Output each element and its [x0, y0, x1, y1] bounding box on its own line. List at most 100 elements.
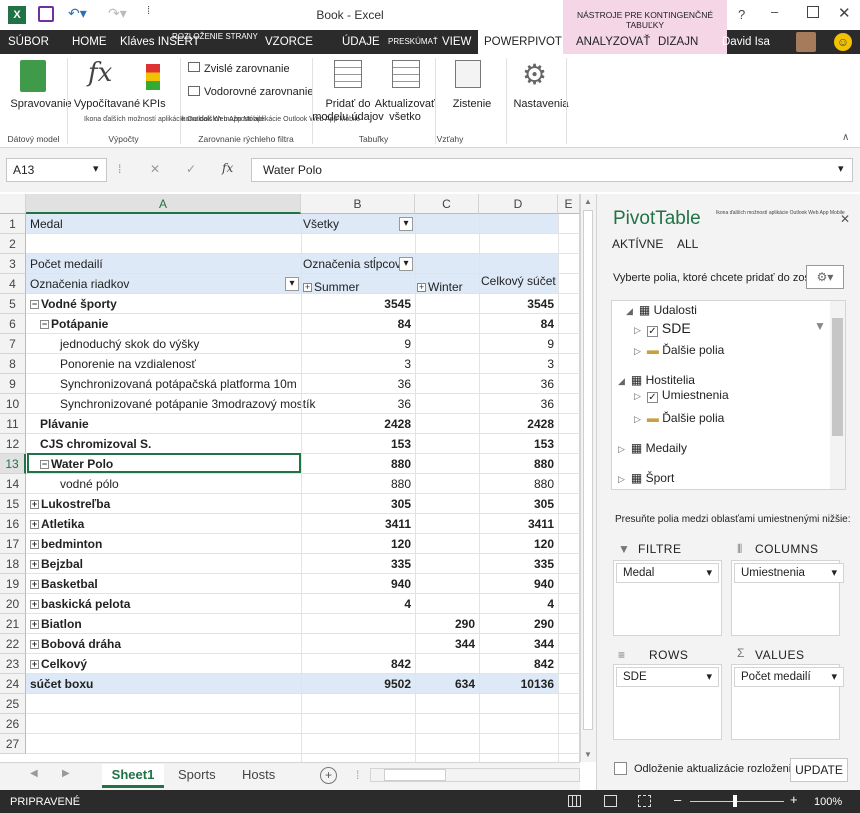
- cell-b20[interactable]: 4: [301, 594, 415, 614]
- user-name[interactable]: David Isa: [722, 30, 770, 54]
- table-events[interactable]: ◢ ▦ Udalosti: [626, 303, 697, 317]
- update-all-button[interactable]: Aktualizovať všetko: [370, 98, 440, 124]
- cell-d7[interactable]: 9: [479, 334, 558, 354]
- cell-d14[interactable]: 880: [479, 474, 558, 494]
- cell-a25[interactable]: [26, 694, 301, 714]
- expand-icon[interactable]: +: [30, 500, 39, 509]
- cell-d15[interactable]: 305: [479, 494, 558, 514]
- cell-a21[interactable]: + Biatlon: [26, 614, 301, 634]
- zoom-slider[interactable]: [690, 801, 784, 802]
- zoom-out-icon[interactable]: –: [674, 792, 681, 807]
- cell-c20[interactable]: [415, 594, 479, 614]
- cell-b10[interactable]: 36: [301, 394, 415, 414]
- cell-c1[interactable]: [415, 214, 479, 234]
- cell-d24[interactable]: 10136: [479, 674, 558, 694]
- cell-d1[interactable]: [479, 214, 558, 234]
- cell-c5[interactable]: [415, 294, 479, 314]
- cell-a14[interactable]: vodné pólo: [26, 474, 301, 494]
- formula-expand-icon[interactable]: ▾: [838, 162, 844, 175]
- defer-update-checkbox[interactable]: [614, 762, 627, 775]
- cell-c21[interactable]: 290: [415, 614, 479, 634]
- cell-c18[interactable]: [415, 554, 479, 574]
- cell-a5[interactable]: − Vodné športy: [26, 294, 301, 314]
- field-list-thumb[interactable]: [832, 318, 843, 436]
- vertical-scroll-thumb[interactable]: [583, 210, 593, 730]
- table-medals[interactable]: ▷ ▦ Medaily: [618, 441, 687, 455]
- row-header[interactable]: 10: [0, 394, 26, 414]
- cell-d13[interactable]: 880: [479, 454, 558, 474]
- cell-a17[interactable]: + bedminton: [26, 534, 301, 554]
- cell-d17[interactable]: 120: [479, 534, 558, 554]
- cell-b26[interactable]: [301, 714, 415, 734]
- expand-icon[interactable]: +: [30, 640, 39, 649]
- sheet-tab-hosts[interactable]: Hosts: [242, 764, 275, 788]
- cell-a3[interactable]: Počet medailí: [26, 254, 301, 274]
- row-header[interactable]: 21: [0, 614, 26, 634]
- cell-d18[interactable]: 335: [479, 554, 558, 574]
- cell-a26[interactable]: [26, 714, 301, 734]
- namebox-dropdown-icon[interactable]: ▾: [93, 162, 99, 175]
- cell-b14[interactable]: 880: [301, 474, 415, 494]
- tab-file[interactable]: SÚBOR: [8, 30, 49, 54]
- field-sde[interactable]: ▷ ✓ SDE: [634, 320, 691, 337]
- cell-c15[interactable]: [415, 494, 479, 514]
- row-header[interactable]: 8: [0, 354, 26, 374]
- formula-cancel-icon[interactable]: ✕: [150, 162, 160, 176]
- cell-b19[interactable]: 940: [301, 574, 415, 594]
- cell-c22[interactable]: 344: [415, 634, 479, 654]
- cell-b12[interactable]: 153: [301, 434, 415, 454]
- tab-page-layout[interactable]: ROZLOŽENIE STRANY: [172, 28, 258, 52]
- cell-a10[interactable]: Synchronizované potápanie 3modrazový mos…: [26, 394, 315, 414]
- cell-a18[interactable]: + Bejzbal: [26, 554, 301, 574]
- tab-design[interactable]: DIZAJN: [650, 30, 727, 54]
- field-placement[interactable]: ▷ ✓ Umiestnenia: [634, 388, 729, 403]
- calculated-fields-button[interactable]: Vypočítavané: [72, 98, 142, 111]
- minimize-button[interactable]: –: [771, 4, 778, 19]
- more-fields-1[interactable]: ▷ ▬ Ďalšie polia: [634, 343, 724, 357]
- pane-close-icon[interactable]: ✕: [840, 212, 850, 226]
- row-header[interactable]: 1: [0, 214, 26, 234]
- zoom-thumb[interactable]: [733, 795, 737, 807]
- cell-b13[interactable]: 880: [301, 454, 415, 474]
- cell-a7[interactable]: jednoduchý skok do výšky: [26, 334, 301, 354]
- expand-icon[interactable]: +: [30, 660, 39, 669]
- value-medal-count-dropdown[interactable]: Počet medailí: [734, 667, 844, 687]
- sheet-tab-sports[interactable]: Sports: [178, 764, 216, 788]
- cell-c26[interactable]: [415, 714, 479, 734]
- scroll-down-icon[interactable]: ▼: [584, 750, 592, 759]
- formula-input[interactable]: Water Polo: [251, 158, 853, 182]
- expand-icon[interactable]: +: [303, 283, 312, 292]
- cell-d20[interactable]: 4: [479, 594, 558, 614]
- select-all[interactable]: [0, 194, 26, 214]
- cell-a16[interactable]: + Atletika: [26, 514, 301, 534]
- cell-d16[interactable]: 3411: [479, 514, 558, 534]
- checkbox-icon[interactable]: ✓: [646, 392, 658, 403]
- cell-c23[interactable]: [415, 654, 479, 674]
- tab-view[interactable]: VIEW: [442, 30, 471, 54]
- cell-b18[interactable]: 335: [301, 554, 415, 574]
- cell-c25[interactable]: [415, 694, 479, 714]
- row-sde-dropdown[interactable]: SDE: [616, 667, 719, 687]
- cell-d9[interactable]: 36: [479, 374, 558, 394]
- cell-c7[interactable]: [415, 334, 479, 354]
- cell-a11[interactable]: Plávanie: [26, 414, 301, 434]
- cell-b17[interactable]: 120: [301, 534, 415, 554]
- page-layout-icon[interactable]: [604, 795, 617, 807]
- cell-b2[interactable]: [301, 234, 415, 254]
- table-hosts[interactable]: ◢ ▦ Hostitelia: [618, 373, 695, 387]
- filter-button-icon[interactable]: ▾: [399, 257, 413, 271]
- avatar[interactable]: [796, 32, 816, 52]
- zoom-level[interactable]: 100%: [814, 796, 842, 808]
- cell-c6[interactable]: [415, 314, 479, 334]
- cell-d2[interactable]: [479, 234, 558, 254]
- cell-c19[interactable]: [415, 574, 479, 594]
- cell-b3[interactable]: Označenia stĺpcov ▾: [301, 254, 415, 274]
- column-header-e[interactable]: E: [558, 194, 580, 214]
- sheet-prev-icon[interactable]: ◀: [30, 768, 38, 779]
- smiley-icon[interactable]: ☺: [834, 33, 852, 51]
- cell-d6[interactable]: 84: [479, 314, 558, 334]
- filter-medal-dropdown[interactable]: Medal: [616, 563, 719, 583]
- normal-view-icon[interactable]: [568, 795, 581, 807]
- collapse-icon[interactable]: −: [40, 320, 49, 329]
- cell-b1[interactable]: Všetky ▾: [301, 214, 415, 234]
